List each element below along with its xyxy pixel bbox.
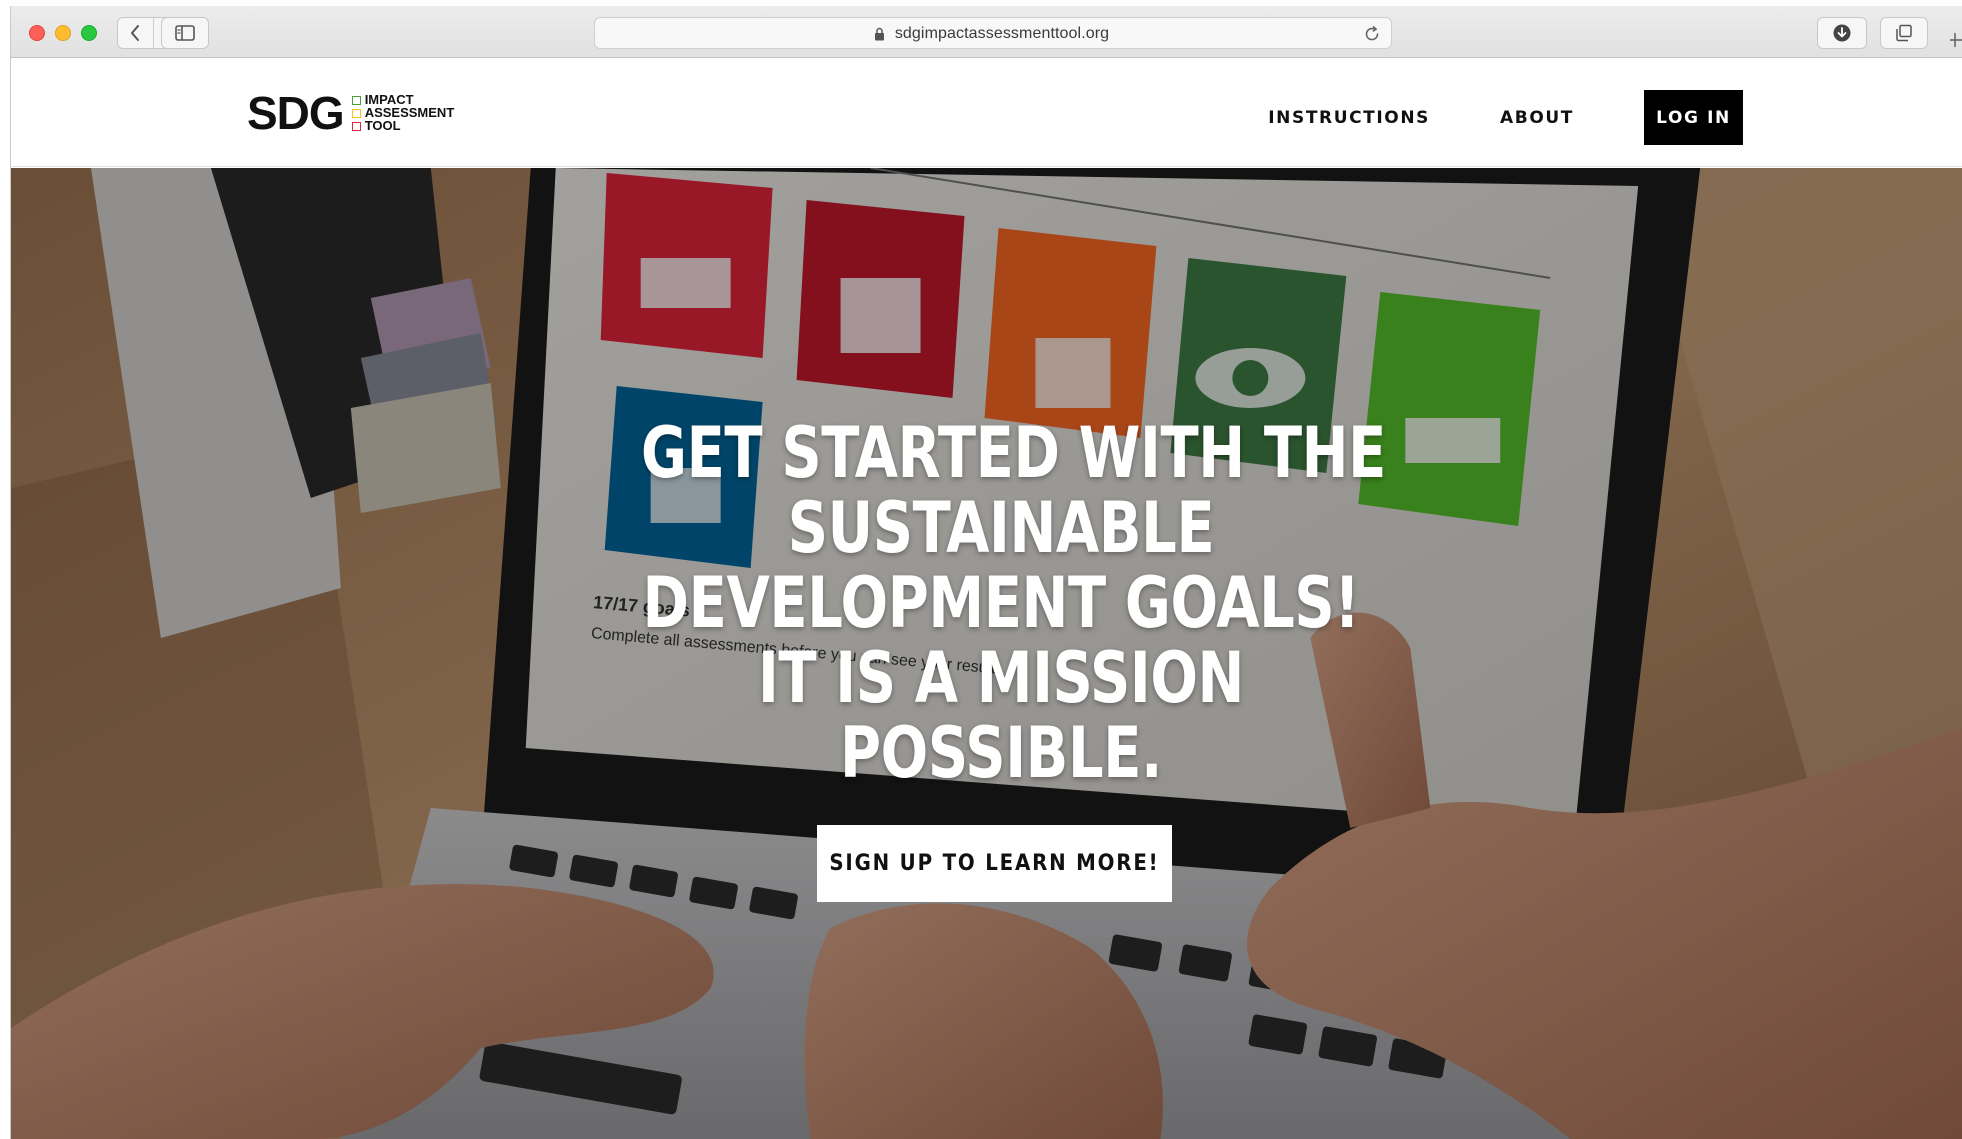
back-button[interactable] (118, 18, 153, 48)
headline-line: GET STARTED WITH THE (641, 412, 1386, 494)
logo-square (351, 108, 361, 118)
download-icon (1833, 24, 1851, 42)
headline-line: IT IS A MISSION (757, 637, 1245, 719)
sidebar-icon (175, 25, 195, 41)
downloads-button[interactable] (1817, 17, 1867, 49)
chevron-left-icon (131, 25, 140, 41)
sidebar-toggle-button[interactable] (161, 17, 209, 49)
headline-line: POSSIBLE. (840, 712, 1162, 794)
site-logo[interactable]: SDG IMPACT ASSESSMENT TOOL (247, 87, 455, 139)
address-url: sdgimpactassessmenttool.org (894, 25, 1110, 42)
logo-wordmark: IMPACT ASSESSMENT TOOL (351, 93, 455, 133)
hero-content: GET STARTED WITH THE SUSTAINABLE DEVELOP… (11, 168, 1962, 1139)
browser-toolbar: sdgimpactassessmenttool.org (11, 6, 1962, 58)
nav-about-link[interactable]: ABOUT (1500, 108, 1574, 128)
login-button[interactable]: LOG IN (1644, 90, 1743, 145)
zoom-window-button[interactable] (81, 25, 97, 41)
headline-line: DEVELOPMENT GOALS! (642, 562, 1360, 644)
tab-overview-button[interactable] (1880, 17, 1928, 49)
logo-square (351, 95, 361, 105)
signup-cta-button[interactable]: SIGN UP TO LEARN MORE! (817, 825, 1172, 902)
signup-cta-label: SIGN UP TO LEARN MORE! (829, 851, 1160, 876)
logo-line: TOOL (351, 118, 455, 133)
tabs-icon (1896, 24, 1912, 42)
logo-line-text: TOOL (364, 118, 401, 133)
close-window-button[interactable] (29, 25, 45, 41)
new-tab-icon[interactable] (1948, 26, 1962, 54)
logo-square (351, 121, 361, 131)
logo-mark: SDG (247, 87, 345, 139)
headline-line: SUSTAINABLE (787, 487, 1215, 569)
hero-section: 17/17 goals Complete all assessments bef… (11, 168, 1962, 1139)
hero-headline: GET STARTED WITH THE SUSTAINABLE DEVELOP… (551, 416, 1451, 791)
main-nav: INSTRUCTIONS ABOUT LOG IN (1268, 90, 1743, 145)
reload-icon[interactable] (1363, 25, 1381, 43)
browser-window: sdgimpactassessmenttool.org SDG IMPACT A… (10, 6, 1962, 1139)
nav-instructions-link[interactable]: INSTRUCTIONS (1268, 108, 1430, 128)
minimize-window-button[interactable] (55, 25, 71, 41)
site-header: SDG IMPACT ASSESSMENT TOOL INSTRUCTIONS … (11, 59, 1962, 167)
address-bar[interactable]: sdgimpactassessmenttool.org (594, 17, 1392, 49)
